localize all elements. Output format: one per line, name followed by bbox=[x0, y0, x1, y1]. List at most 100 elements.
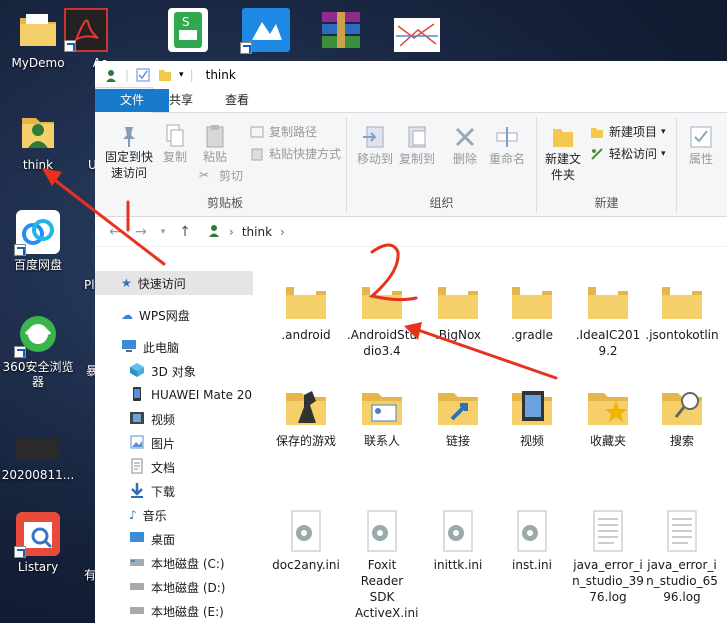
tab-view[interactable]: 查看 bbox=[209, 88, 265, 112]
nav-quick-access[interactable]: ★ 快速访问 bbox=[95, 271, 253, 295]
back-arrow-icon[interactable]: ← bbox=[107, 224, 123, 240]
user-folder-icon bbox=[207, 223, 221, 240]
chevron-down-icon: ▾ bbox=[661, 148, 666, 159]
nav-drive-d[interactable]: 本地磁盘 (D:) bbox=[95, 575, 253, 599]
nav-wps-cloud[interactable]: ☁ WPS网盘 bbox=[95, 303, 253, 327]
document-icon bbox=[129, 458, 145, 477]
properties-button[interactable]: 属性 bbox=[683, 123, 719, 167]
nav-this-pc[interactable]: 此电脑 bbox=[95, 335, 253, 359]
paste-button[interactable]: 粘贴 bbox=[197, 123, 233, 165]
map-thumbnail-icon[interactable] bbox=[394, 18, 440, 52]
paste-shortcut-button[interactable]: 粘贴快捷方式 bbox=[249, 145, 341, 162]
winrar-icon[interactable] bbox=[318, 8, 364, 52]
nav-music[interactable]: ♪ 音乐 bbox=[95, 503, 253, 527]
listary-icon bbox=[14, 512, 60, 558]
folder-icon bbox=[358, 277, 406, 325]
folder-item[interactable]: 收藏夹 bbox=[571, 383, 645, 449]
move-to-button[interactable]: 移动到 bbox=[355, 123, 395, 167]
file-item[interactable]: doc2any.ini bbox=[269, 507, 343, 573]
desktop-icon-label-partial: Pl bbox=[84, 278, 95, 292]
cloud-icon: ☁ bbox=[121, 308, 133, 322]
recent-locations-icon[interactable]: ▾ bbox=[159, 227, 167, 237]
nav-3d-objects[interactable]: 3D 对象 bbox=[95, 359, 253, 383]
saved-games-icon bbox=[282, 383, 330, 431]
file-item[interactable]: inst.ini bbox=[495, 507, 569, 573]
desktop-icon-listary[interactable]: Listary bbox=[0, 512, 76, 575]
nav-huawei-mate-20[interactable]: HUAWEI Mate 20 bbox=[95, 383, 253, 407]
new-folder-icon bbox=[543, 123, 583, 151]
folder-item[interactable]: 视频 bbox=[495, 383, 569, 449]
user-folder-icon bbox=[16, 110, 60, 154]
breadcrumb-separator-icon: › bbox=[229, 224, 234, 239]
pin-to-quick-access-button[interactable]: 固定到快速访问 bbox=[103, 123, 155, 181]
file-item[interactable]: inittk.ini bbox=[421, 507, 495, 573]
delete-x-icon bbox=[447, 123, 483, 151]
desktop-icon-recording[interactable]: 20200811... bbox=[0, 432, 76, 483]
computer-icon bbox=[121, 339, 137, 356]
folder-icon bbox=[508, 277, 556, 325]
folder-item[interactable]: .android bbox=[269, 277, 343, 343]
log-text-file-icon bbox=[658, 507, 706, 555]
chevron-down-icon: ▾ bbox=[661, 126, 666, 137]
tab-file[interactable]: 文件 bbox=[95, 89, 169, 112]
folder-item[interactable]: .AndroidStudio3.4 bbox=[345, 277, 419, 359]
new-folder-quick-icon[interactable] bbox=[157, 67, 173, 83]
file-item[interactable]: Foxit Reader SDK ActiveX.ini bbox=[345, 507, 419, 621]
folder-item[interactable]: .jsontokotlin bbox=[645, 277, 719, 343]
easy-access-button[interactable]: 轻松访问 ▾ bbox=[589, 145, 666, 162]
scissors-icon: ✂ bbox=[199, 167, 210, 182]
nav-videos[interactable]: 视频 bbox=[95, 407, 253, 431]
quick-access-toolbar-dropdown-icon[interactable]: ▾ bbox=[179, 70, 184, 80]
file-item[interactable]: java_error_in_studio_6596.log bbox=[645, 507, 719, 605]
folder-icon bbox=[282, 277, 330, 325]
cut-button[interactable]: ✂ 剪切 bbox=[199, 167, 243, 184]
breadcrumb-think[interactable]: think bbox=[242, 225, 272, 239]
new-group: 新建文件夹 新建项目 ▾ 轻松访问 ▾ 新建 bbox=[537, 117, 677, 213]
folder-item[interactable]: 联系人 bbox=[345, 383, 419, 449]
delete-button[interactable]: 删除 bbox=[447, 123, 483, 167]
address-bar[interactable]: › think › bbox=[207, 223, 285, 240]
copy-path-button[interactable]: 复制路径 bbox=[249, 123, 317, 140]
desktop-icon-baidu-netdisk[interactable]: 百度网盘 bbox=[0, 210, 76, 273]
wps-sheet-icon[interactable]: S bbox=[168, 8, 208, 52]
rename-button[interactable]: 重命名 bbox=[485, 123, 529, 167]
contacts-folder-icon bbox=[358, 383, 406, 431]
new-item-icon bbox=[589, 124, 605, 140]
drive-icon bbox=[129, 604, 145, 619]
acrobat-icon bbox=[64, 8, 108, 52]
folder-item[interactable]: .gradle bbox=[495, 277, 569, 343]
folder-item[interactable]: .IdeaIC2019.2 bbox=[571, 277, 645, 359]
explorer-window: | ▾ | think 文件 主页 共享 查看 固定到快速访问 bbox=[95, 61, 727, 623]
file-item[interactable]: java_error_in_studio_3976.log bbox=[571, 507, 645, 605]
new-folder-button[interactable]: 新建文件夹 bbox=[543, 123, 583, 183]
nav-pictures[interactable]: 图片 bbox=[95, 431, 253, 455]
nav-downloads[interactable]: 下载 bbox=[95, 479, 253, 503]
clipboard-group-label: 剪贴板 bbox=[206, 196, 243, 210]
folder-item[interactable]: 搜索 bbox=[645, 383, 719, 449]
favorites-folder-icon bbox=[584, 383, 632, 431]
folder-item[interactable]: .BigNox bbox=[421, 277, 495, 343]
new-item-button[interactable]: 新建项目 ▾ bbox=[589, 123, 666, 140]
up-arrow-icon[interactable]: ↑ bbox=[177, 224, 193, 240]
music-icon: ♪ bbox=[129, 508, 137, 522]
nav-desktop[interactable]: 桌面 bbox=[95, 527, 253, 551]
folder-item[interactable]: 链接 bbox=[421, 383, 495, 449]
desktop-icon-360-browser[interactable]: 360安全浏览器 bbox=[0, 312, 76, 390]
nav-drive-e[interactable]: 本地磁盘 (E:) bbox=[95, 599, 253, 623]
log-text-file-icon bbox=[584, 507, 632, 555]
forward-arrow-icon[interactable]: → bbox=[133, 224, 149, 240]
cube-icon bbox=[129, 362, 145, 381]
copy-to-button[interactable]: 复制到 bbox=[397, 123, 437, 167]
nav-drive-c[interactable]: 本地磁盘 (C:) bbox=[95, 551, 253, 575]
meeting-app-icon[interactable] bbox=[240, 8, 290, 54]
svg-text:S: S bbox=[182, 15, 190, 29]
desktop-icon-think[interactable]: think bbox=[0, 110, 76, 173]
nav-documents[interactable]: 文档 bbox=[95, 455, 253, 479]
folder-item[interactable]: 保存的游戏 bbox=[269, 383, 343, 449]
rename-icon bbox=[485, 123, 529, 151]
address-row: ← → ▾ ↑ › think › bbox=[95, 217, 727, 247]
copy-to-icon bbox=[397, 123, 437, 151]
copy-button[interactable]: 复制 bbox=[157, 123, 193, 165]
search-folder-icon bbox=[658, 383, 706, 431]
properties-quick-icon[interactable] bbox=[135, 67, 151, 83]
